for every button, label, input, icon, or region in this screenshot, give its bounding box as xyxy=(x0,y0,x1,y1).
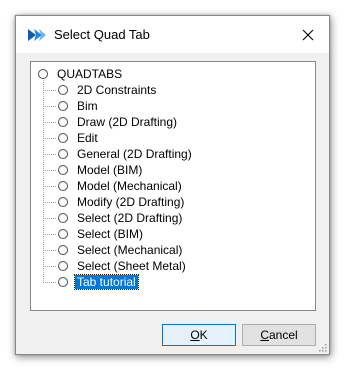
tree-item[interactable]: Modify (2D Drafting) xyxy=(58,194,186,210)
resize-grip-icon[interactable] xyxy=(317,342,327,352)
tree-item-label: Edit xyxy=(77,131,98,145)
tree-item[interactable]: General (2D Drafting) xyxy=(58,146,194,162)
radio-button[interactable] xyxy=(58,165,68,175)
ok-label: OK xyxy=(190,328,208,342)
tree-item-label: Draw (2D Drafting) xyxy=(77,115,178,129)
ok-button[interactable]: OK xyxy=(162,324,236,346)
close-button[interactable] xyxy=(287,16,329,53)
radio-button[interactable] xyxy=(58,277,68,287)
tree-item[interactable]: Select (Sheet Metal) xyxy=(58,258,188,274)
tree-item-label: 2D Constraints xyxy=(77,83,157,97)
radio-button[interactable] xyxy=(58,229,68,239)
tree-item[interactable]: Bim xyxy=(58,98,100,114)
tree-item[interactable]: Select (BIM) xyxy=(58,226,145,242)
radio-button[interactable] xyxy=(58,133,68,143)
radio-button[interactable] xyxy=(58,213,68,223)
tree-item-label: Bim xyxy=(77,99,98,113)
tree-item[interactable]: 2D Constraints xyxy=(58,82,158,98)
quad-tab-tree[interactable]: QUADTABS 2D Constraints Bim Draw (2D Drafti… xyxy=(30,61,316,311)
radio-button[interactable] xyxy=(58,85,68,95)
title-bar[interactable]: Select Quad Tab xyxy=(16,16,329,53)
tree-item-label: General (2D Drafting) xyxy=(77,147,192,161)
tree-item-label: Select (Sheet Metal) xyxy=(77,259,186,273)
tree-item[interactable]: Model (Mechanical) xyxy=(58,178,184,194)
tree-item-label: Tab tutorial xyxy=(74,274,139,290)
tree-item[interactable]: Select (Mechanical) xyxy=(58,242,184,258)
radio-button[interactable] xyxy=(58,149,68,159)
close-icon xyxy=(302,29,314,40)
radio-button[interactable] xyxy=(58,181,68,191)
tree-item[interactable]: Edit xyxy=(58,130,100,146)
tree-item[interactable]: Select (2D Drafting) xyxy=(58,210,184,226)
tree-item-label: QUADTABS xyxy=(57,67,123,81)
tree-item-label: Select (Mechanical) xyxy=(77,243,183,257)
radio-button[interactable] xyxy=(58,101,68,111)
select-quad-tab-dialog: Select Quad Tab QUADTABS 2D Constraints Bi… xyxy=(15,15,330,355)
radio-button[interactable] xyxy=(58,245,68,255)
tree-item-label: Model (Mechanical) xyxy=(77,179,182,193)
tree-item[interactable]: Tab tutorial xyxy=(58,274,139,290)
window-title: Select Quad Tab xyxy=(54,27,150,42)
tree-item[interactable]: Draw (2D Drafting) xyxy=(58,114,179,130)
tree-item-label: Select (2D Drafting) xyxy=(77,211,183,225)
tree-item-label: Modify (2D Drafting) xyxy=(77,195,185,209)
cancel-label: Cancel xyxy=(260,328,298,342)
tree-item[interactable]: Model (BIM) xyxy=(58,162,144,178)
tree-root-quadtabs[interactable]: QUADTABS xyxy=(38,66,124,82)
bricscad-app-icon xyxy=(28,29,46,41)
tree-item-label: Select (BIM) xyxy=(77,227,144,241)
radio-button[interactable] xyxy=(38,69,48,79)
cancel-button[interactable]: Cancel xyxy=(242,324,316,346)
tree-item-label: Model (BIM) xyxy=(77,163,143,177)
radio-button[interactable] xyxy=(58,117,68,127)
radio-button[interactable] xyxy=(58,197,68,207)
radio-button[interactable] xyxy=(58,261,68,271)
